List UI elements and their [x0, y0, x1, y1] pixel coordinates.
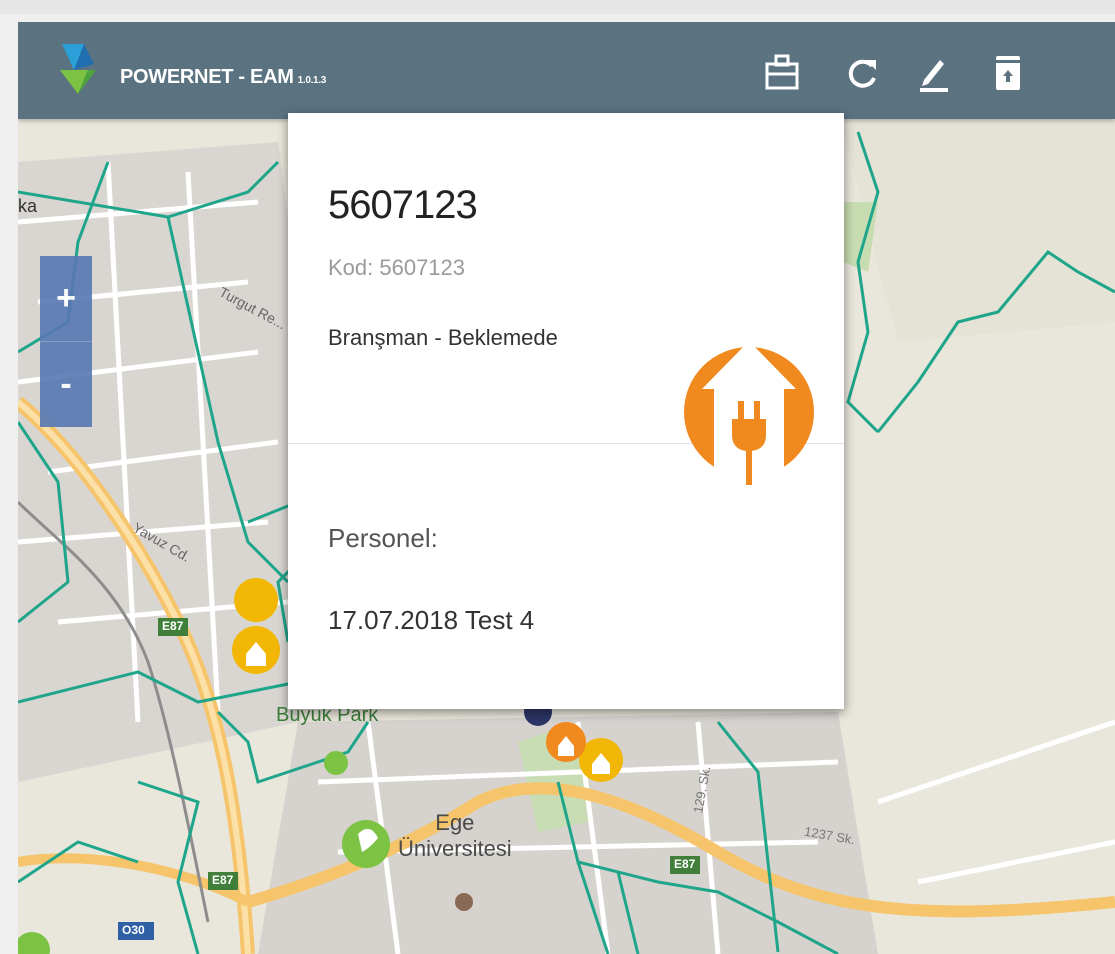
feature-popup: 5607123 Kod: 5607123 Branşman - Beklemed…	[288, 113, 844, 709]
briefcase-icon	[765, 54, 799, 90]
browser-top-strip	[0, 0, 1115, 14]
edit-button[interactable]	[912, 50, 956, 94]
app-title: POWERNET - EAM 1.0.1.3	[120, 66, 326, 89]
road-shield-label: O30	[122, 923, 145, 937]
road-shield-label: E87	[162, 619, 184, 633]
pencil-icon	[920, 60, 948, 92]
briefcase-button[interactable]	[760, 50, 804, 94]
powernet-logo-icon	[60, 44, 96, 94]
road-shield-label: E87	[212, 873, 234, 887]
zoom-control: + -	[40, 256, 92, 428]
popup-status: Branşman - Beklemede	[328, 325, 558, 350]
zoom-in-button[interactable]: +	[40, 256, 92, 341]
personnel-value: 17.07.2018 Test 4	[328, 605, 535, 635]
popup-code: Kod: 5607123	[328, 255, 466, 280]
popup-title: 5607123	[328, 183, 478, 227]
refresh-icon	[848, 59, 876, 88]
personnel-label: Personel:	[328, 523, 438, 553]
zoom-out-button[interactable]: -	[40, 341, 92, 427]
save-icon	[996, 56, 1020, 90]
app-name: POWERNET - EAM	[120, 66, 294, 88]
map-label-edge: ka	[18, 196, 38, 216]
save-button[interactable]	[986, 50, 1030, 94]
map-label-university: Ege Üniversitesi	[398, 810, 512, 861]
app-toolbar: POWERNET - EAM 1.0.1.3	[18, 22, 1115, 119]
road-shield-label: E87	[674, 857, 696, 871]
house-plug-icon	[684, 341, 814, 485]
app-version: 1.0.1.3	[297, 75, 327, 86]
refresh-button[interactable]	[840, 50, 884, 94]
